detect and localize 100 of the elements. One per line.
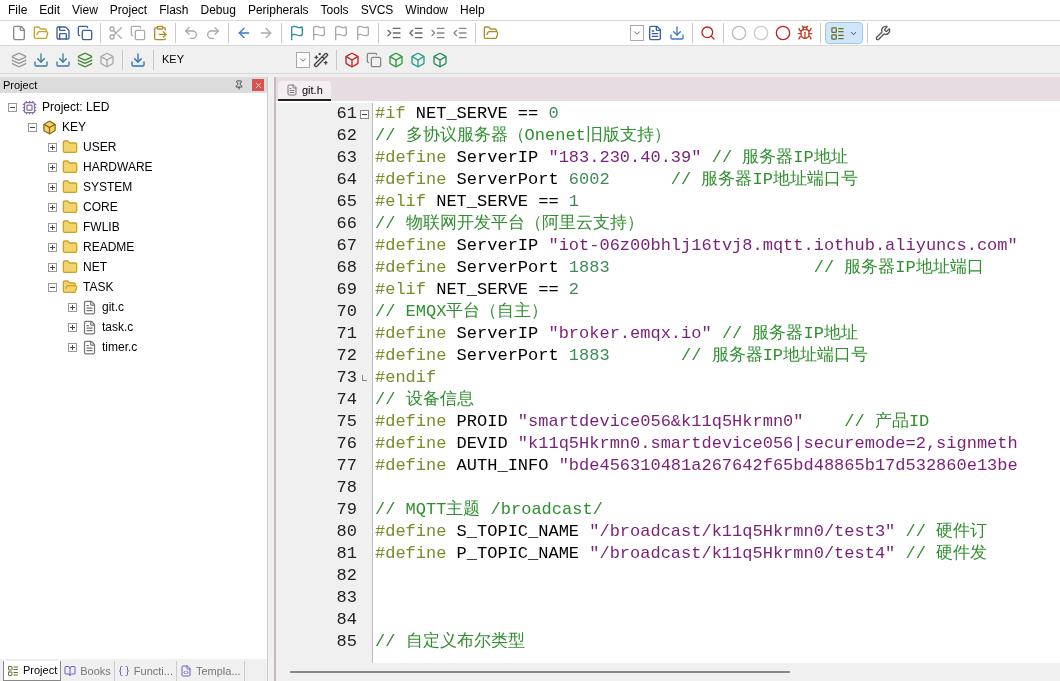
file-icon bbox=[82, 319, 97, 335]
line-number: 74 bbox=[336, 389, 357, 412]
code-line: #define DEVID "k11q5Hkrmn0.smartdevice056|securemode=2,signmeth bbox=[375, 433, 1018, 455]
panel-tab[interactable]: Templa... bbox=[176, 661, 245, 681]
code-line: #define ServerPort 1883 // 服务器IP地址端口 bbox=[375, 257, 984, 279]
code-line: #define S_TOPIC_NAME "/broadcast/k11q5Hkrmn0/test3" // 硬件订 bbox=[375, 521, 988, 543]
expand-box[interactable] bbox=[48, 142, 57, 152]
panel-tab[interactable]: Functi... bbox=[114, 661, 177, 681]
code-line: #elif NET_SERVE == 2 bbox=[375, 279, 580, 301]
line-number: 65 bbox=[336, 191, 357, 214]
expand-box[interactable] bbox=[68, 302, 77, 312]
code-line: #define ServerIP "broker.emqx.io" // 服务器IP地址 bbox=[375, 323, 858, 345]
code-line: // EMQX平台（自主） bbox=[375, 301, 549, 323]
line-number: 82 bbox=[336, 565, 357, 588]
tree-item[interactable]: FWLIB bbox=[83, 218, 120, 236]
close-icon bbox=[253, 80, 263, 90]
expand-box[interactable] bbox=[68, 322, 77, 332]
expand-box[interactable] bbox=[48, 242, 57, 252]
menu-item[interactable]: File bbox=[2, 1, 34, 19]
expand-box[interactable] bbox=[48, 162, 57, 172]
tree-item[interactable]: Project: LED bbox=[42, 98, 110, 116]
code-line: #define ServerPort 6002 // 服务器IP地址端口号 bbox=[375, 169, 858, 191]
code-line: #define ServerPort 1883 // 服务器IP地址端口号 bbox=[375, 345, 869, 367]
close-button[interactable] bbox=[252, 79, 264, 91]
tree-item[interactable]: README bbox=[83, 238, 135, 256]
tree-item[interactable]: TASK bbox=[83, 278, 114, 296]
line-number: 66 bbox=[336, 213, 357, 236]
line-number: 79 bbox=[336, 499, 357, 522]
line-number: 63 bbox=[336, 147, 357, 170]
line-number: 80 bbox=[336, 521, 357, 544]
line-number: 77 bbox=[336, 455, 357, 478]
pin-icon[interactable] bbox=[234, 80, 244, 90]
menu-item[interactable]: View bbox=[66, 1, 104, 19]
line-number: 67 bbox=[336, 235, 357, 258]
collapse-box[interactable] bbox=[8, 102, 17, 112]
collapse-box[interactable] bbox=[28, 122, 37, 132]
file-icon bbox=[286, 84, 298, 96]
menu-item[interactable]: SVCS bbox=[354, 1, 400, 19]
code-line: #define ServerIP "183.230.40.39" // 服务器IP地址 bbox=[375, 147, 848, 169]
code-line: #define P_TOPIC_NAME "/broadcast/k11q5Hkrmn0/test4" // 硬件发 bbox=[375, 543, 988, 565]
editor-tab[interactable]: git.h bbox=[278, 81, 331, 101]
tree-item[interactable]: CORE bbox=[83, 198, 118, 216]
line-number: 70 bbox=[336, 301, 357, 324]
folder-icon bbox=[62, 159, 78, 175]
tree-item[interactable]: USER bbox=[83, 138, 117, 156]
tree-item[interactable]: task.c bbox=[102, 318, 134, 336]
menu-item[interactable]: Window bbox=[399, 1, 454, 19]
menu-item[interactable]: Edit bbox=[33, 1, 67, 19]
menu-item[interactable]: Project bbox=[103, 1, 154, 19]
line-number: 61 bbox=[336, 103, 357, 126]
project-icon bbox=[22, 99, 37, 115]
expand-box[interactable] bbox=[48, 262, 57, 272]
folder-icon bbox=[62, 259, 78, 275]
project-tab-icon bbox=[7, 664, 19, 677]
line-number: 72 bbox=[336, 345, 357, 368]
menu-item[interactable]: Peripherals bbox=[241, 1, 315, 19]
folder-icon bbox=[62, 239, 78, 255]
panel-tab[interactable]: Project bbox=[3, 661, 62, 681]
line-number: 83 bbox=[336, 587, 357, 610]
expand-box[interactable] bbox=[48, 222, 57, 232]
tree-item[interactable]: SYSTEM bbox=[83, 178, 133, 196]
line-number: 76 bbox=[336, 433, 357, 456]
menu-item[interactable]: Tools bbox=[314, 1, 355, 19]
line-number: 84 bbox=[336, 609, 357, 632]
functions-tab-icon bbox=[117, 665, 130, 677]
collapse-box[interactable] bbox=[48, 282, 57, 292]
panel-tab[interactable]: Books bbox=[61, 661, 115, 681]
find-dropdown[interactable] bbox=[630, 25, 644, 41]
menu-item[interactable]: Help bbox=[454, 1, 491, 19]
code-line: #define PROID "smartdevice056&k11q5Hkrmn0" // 产品ID bbox=[375, 411, 930, 433]
panel-title: Project bbox=[3, 77, 38, 93]
code-line: #define AUTH_INFO "bde456310481a267642f65bd48865b17d532860e13be bbox=[375, 455, 1018, 477]
horizontal-scrollbar[interactable] bbox=[276, 663, 1060, 681]
window-layout-button[interactable] bbox=[825, 22, 863, 44]
tree-item[interactable]: HARDWARE bbox=[83, 158, 153, 176]
file-icon bbox=[82, 339, 97, 355]
templates-tab-icon bbox=[179, 665, 192, 677]
line-number: 68 bbox=[336, 257, 357, 280]
line-number: 85 bbox=[336, 631, 357, 654]
menu-item[interactable]: Debug bbox=[194, 1, 242, 19]
window-layout-icon bbox=[830, 25, 845, 41]
expand-box[interactable] bbox=[48, 202, 57, 212]
folder-icon bbox=[62, 139, 78, 155]
expand-box[interactable] bbox=[48, 182, 57, 192]
tree-item[interactable]: git.c bbox=[102, 298, 124, 316]
line-number: 62 bbox=[336, 125, 357, 148]
menu-item[interactable]: Flash bbox=[153, 1, 195, 19]
code-line: // 自定义布尔类型 bbox=[375, 631, 525, 653]
line-number: 75 bbox=[336, 411, 357, 434]
folder-icon bbox=[62, 279, 78, 295]
line-number: 81 bbox=[336, 543, 357, 566]
line-number: 73 bbox=[336, 367, 357, 390]
code-line: // MQTT主题 /broadcast/ bbox=[375, 499, 603, 521]
fold-toggle[interactable] bbox=[360, 109, 369, 119]
code-line: #if NET_SERVE == 0 bbox=[375, 103, 559, 125]
tree-item[interactable]: timer.c bbox=[102, 338, 138, 356]
tree-item[interactable]: NET bbox=[83, 258, 107, 276]
expand-box[interactable] bbox=[68, 342, 77, 352]
tree-item[interactable]: KEY bbox=[62, 118, 86, 136]
folder-icon bbox=[62, 219, 78, 235]
